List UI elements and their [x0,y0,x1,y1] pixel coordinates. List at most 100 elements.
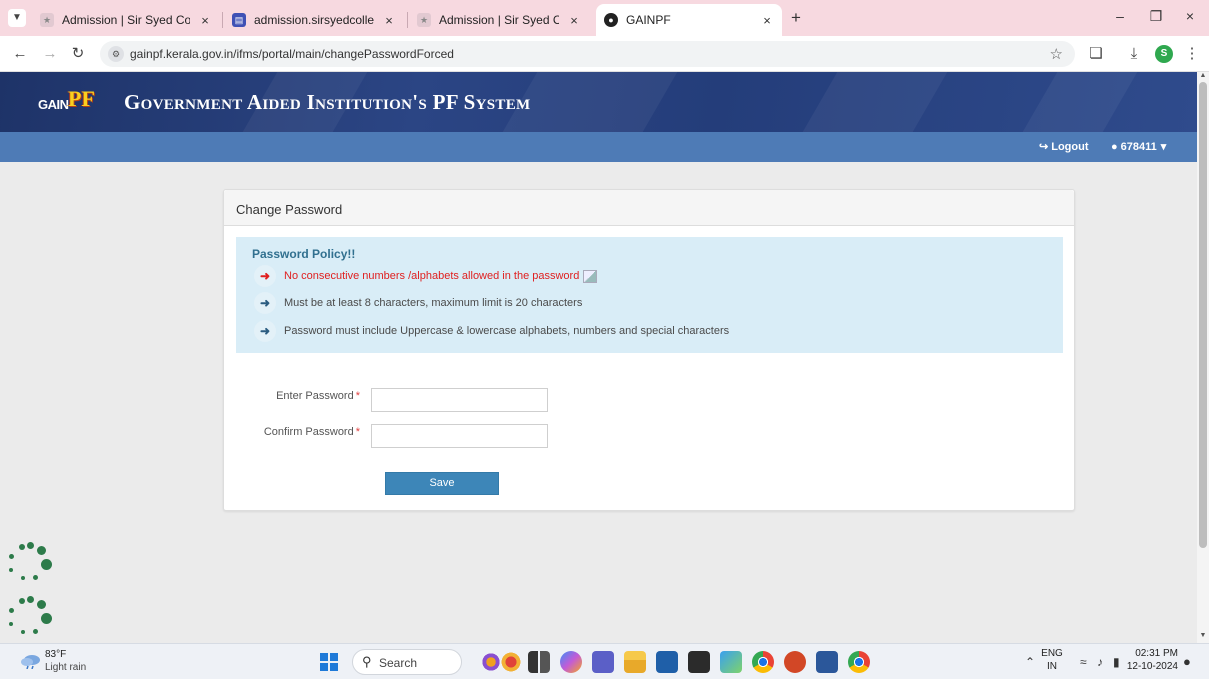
tab-title: Admission | Sir Syed College [439,13,559,27]
bookmark-star-icon[interactable]: ☆ [1050,45,1063,63]
volume-icon[interactable]: ♪ [1097,655,1103,669]
app-icon[interactable] [656,651,678,673]
forward-arrow-icon[interactable]: → [40,45,60,63]
close-icon[interactable]: × [198,13,212,28]
browser-toolbar: ← → ↻ ⚙ gainpf.kerala.gov.in/ifms/portal… [0,36,1209,72]
wifi-icon[interactable]: ≈ [1080,655,1087,669]
close-icon[interactable]: × [567,13,581,28]
download-icon[interactable]: ⤓ [1124,45,1144,63]
policy-title: Password Policy!! [252,247,356,261]
minimize-icon[interactable]: – [1110,8,1130,24]
close-icon[interactable]: × [382,13,396,28]
enter-password-label-text: Enter Password [276,390,354,402]
powerpoint-icon[interactable] [784,651,806,673]
address-url[interactable]: gainpf.kerala.gov.in/ifms/portal/main/ch… [130,47,454,61]
scrollbar-thumb[interactable] [1199,82,1207,548]
tab-title: admission.sirsyedcollege.ac.in [254,13,374,27]
scroll-up-arrow-icon[interactable]: ▲ [1197,72,1209,79]
input-language[interactable]: ENG [1040,648,1064,659]
policy-item: ➜ Password must include Uppercase & lowe… [254,320,729,342]
confirm-password-label-text: Confirm Password [263,426,354,438]
window-close-icon[interactable]: × [1180,8,1200,24]
arrow-right-icon: ➜ [254,320,276,342]
admission-favicon-icon: ▤ [232,13,246,27]
tab-title: GAINPF [626,13,671,27]
required-marker: * [355,426,360,438]
broken-image-icon [583,269,598,283]
close-icon[interactable]: × [760,13,774,28]
profile-avatar[interactable]: S [1155,45,1173,63]
panel-header: Change Password [224,190,1074,226]
browser-menu-kebab-icon[interactable]: ⋮ [1182,45,1202,63]
restore-icon[interactable]: ❐ [1146,8,1166,25]
word-icon[interactable] [816,651,838,673]
weather-description[interactable]: Light rain [45,662,86,673]
browser-tab-1[interactable]: ★ Admission | Sir Syed College × [32,4,220,36]
taskbar-search[interactable]: ⚲ Search [352,649,462,675]
confirm-password-input[interactable] [371,424,548,448]
header-decoration [1022,72,1138,132]
back-arrow-icon[interactable]: ← [10,45,30,63]
site-header: GAIN PF Government Aided Institution's P… [0,72,1197,132]
tab-search-chevron-icon[interactable]: ▼ [8,9,26,27]
logout-icon: ↪ [1039,141,1049,153]
page-viewport: GAIN PF Government Aided Institution's P… [0,72,1197,643]
change-password-panel: Change Password Password Policy!! ➜ No c… [223,189,1075,511]
header-decoration [802,72,948,132]
search-icon: ⚲ [362,654,372,669]
panel-title: Change Password [236,202,343,217]
taskbar-search-label: Search [379,656,418,670]
college-favicon-icon: ★ [417,13,431,27]
logo-gain-text: GAIN [38,97,69,112]
notification-bell-icon[interactable]: ● [1183,654,1191,669]
teams-icon[interactable] [592,651,614,673]
input-region[interactable]: IN [1040,661,1064,672]
page-scrollbar[interactable]: ▲ ▼ [1197,72,1209,643]
required-marker: * [355,390,360,402]
windows-taskbar: 83°F Light rain ⚲ Search ⌃ ENG IN ≈ ♪ ▮ … [0,643,1209,679]
task-view-icon[interactable] [528,651,550,673]
copilot-icon[interactable] [560,651,582,673]
enter-password-label: Enter Password * [244,390,360,402]
battery-icon[interactable]: ▮ [1113,655,1120,669]
browser-tab-active[interactable]: ● GAINPF × [596,4,782,36]
policy-item-text: Password must include Uppercase & lowerc… [284,325,730,337]
chrome-icon[interactable] [752,651,774,673]
chrome-active-icon[interactable] [848,651,870,673]
loading-spinner-icon [5,542,57,586]
windows-start-icon[interactable] [320,653,338,671]
policy-item-text: Must be at least 8 characters, maximum l… [284,297,583,309]
loading-spinner-icon [5,596,57,640]
new-tab-plus-icon[interactable]: + [786,9,806,27]
weather-cloud-rain-icon[interactable] [20,653,42,669]
address-bar[interactable]: ⚙ gainpf.kerala.gov.in/ifms/portal/main/… [100,41,1075,67]
logo-pf-text: PF [68,86,95,111]
user-menu-dropdown[interactable]: ● 678411 ▾ [1111,140,1169,153]
sticky-notes-icon[interactable] [688,651,710,673]
snipping-tool-icon[interactable] [720,651,742,673]
user-id: 678411 [1120,141,1157,153]
widgets-app-icon[interactable] [480,651,502,673]
save-button[interactable]: Save [385,472,499,495]
game-app-icon[interactable] [500,651,522,673]
logout-link[interactable]: ↪ Logout [1039,140,1088,153]
extensions-puzzle-icon[interactable]: ❏ [1086,45,1106,63]
weather-temperature[interactable]: 83°F [45,649,66,660]
site-info-icon[interactable]: ⚙ [108,46,124,62]
file-explorer-icon[interactable] [624,651,646,673]
user-icon: ● [1111,141,1118,153]
arrow-right-icon: ➜ [254,292,276,314]
scroll-down-arrow-icon[interactable]: ▼ [1197,632,1209,639]
browser-tab-strip: ▼ ★ Admission | Sir Syed College × ▤ adm… [0,0,1209,36]
clock-time[interactable]: 02:31 PM [1126,648,1178,659]
browser-tab-2[interactable]: ▤ admission.sirsyedcollege.ac.in × [224,4,404,36]
password-policy-alert: Password Policy!! ➜ No consecutive numbe… [236,237,1063,353]
browser-tab-3[interactable]: ★ Admission | Sir Syed College × [409,4,589,36]
reload-icon[interactable]: ↻ [68,45,88,63]
clock-date[interactable]: 12-10-2024 [1122,661,1178,672]
college-favicon-icon: ★ [40,13,54,27]
enter-password-input[interactable] [371,388,548,412]
policy-item: ➜ Must be at least 8 characters, maximum… [254,292,582,314]
site-title: Government Aided Institution's PF System [124,90,531,114]
show-hidden-icons-chevron-icon[interactable]: ⌃ [1025,655,1035,669]
